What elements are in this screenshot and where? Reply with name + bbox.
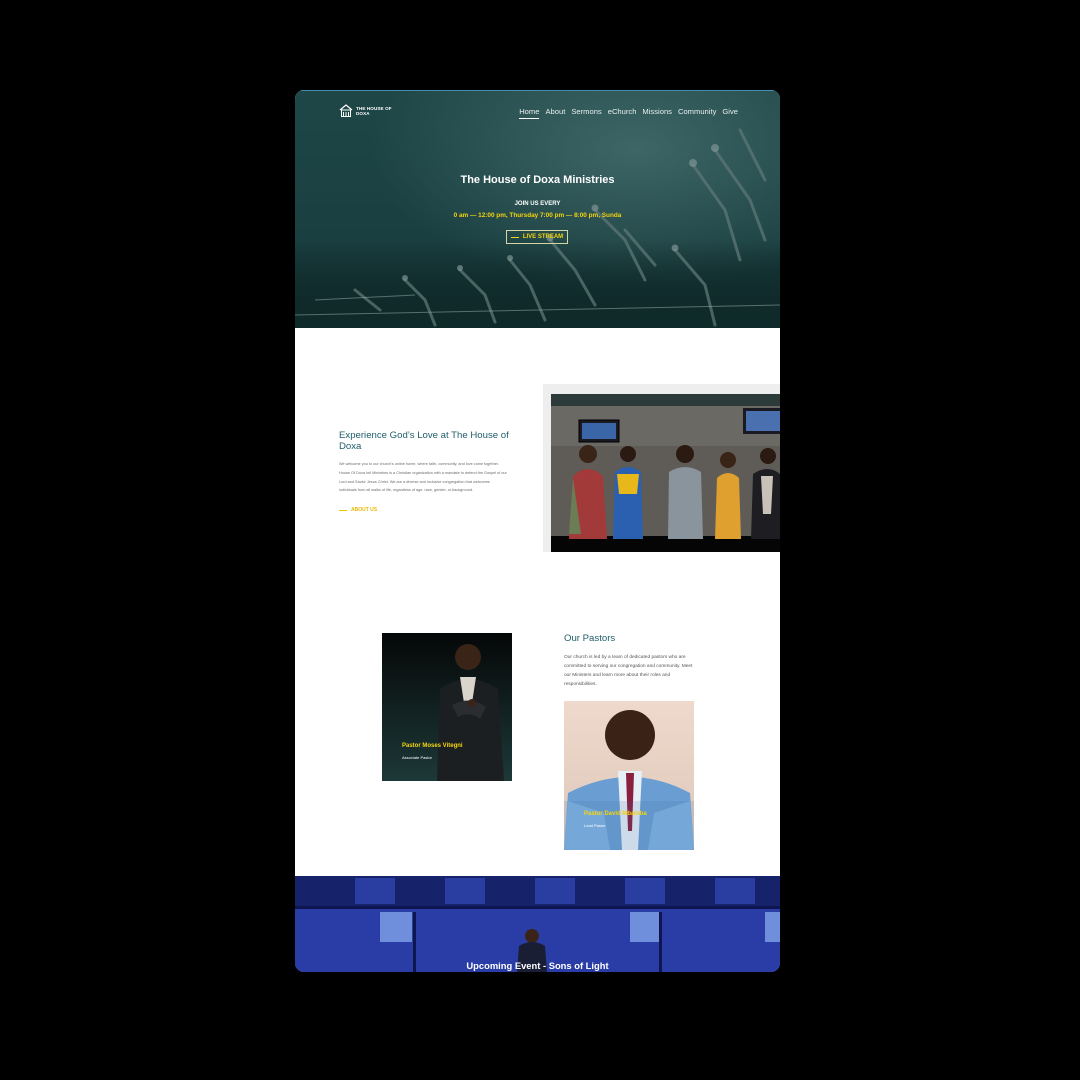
- logo-text: THE HOUSE OF DOXA: [356, 105, 392, 116]
- pastor-card-lead[interactable]: Pastor David Mbamba Lead Pastor: [564, 701, 694, 850]
- nav-give[interactable]: Give: [722, 107, 738, 119]
- pastor-name: Pastor Moses Vitegni: [402, 743, 463, 749]
- hero-join-text: JOIN US EVERY: [514, 201, 561, 207]
- hero-title: The House of Doxa Ministries: [460, 174, 615, 186]
- pastor-role: Associate Pastor: [402, 755, 433, 760]
- upcoming-event-section[interactable]: Upcoming Event - Sons of Light: [295, 876, 780, 972]
- about-body: We welcome you to our church's online ho…: [339, 462, 507, 493]
- pastors-title: Our Pastors: [564, 633, 616, 644]
- live-stream-button[interactable]: LIVE STREAM: [506, 230, 568, 244]
- nav-about[interactable]: About: [545, 107, 565, 119]
- pastor-card-associate[interactable]: Pastor Moses Vitegni Associate Pastor: [382, 633, 512, 781]
- website-page: THE HOUSE OF DOXA Home About Sermons eCh…: [295, 90, 780, 972]
- pastor-name: Pastor David Mbamba: [584, 811, 647, 817]
- about-us-label: ABOUT US: [351, 507, 378, 513]
- nav-echurch[interactable]: eChurch: [608, 107, 637, 119]
- event-collage-background: [295, 876, 780, 972]
- live-stream-label: LIVE STREAM: [522, 234, 564, 240]
- button-dash: [510, 236, 519, 238]
- nav-sermons[interactable]: Sermons: [571, 107, 601, 119]
- event-title: Upcoming Event - Sons of Light: [466, 960, 609, 971]
- site-logo[interactable]: THE HOUSE OF DOXA: [339, 104, 392, 117]
- about-title: Experience God’s Love at The House of Do…: [339, 430, 509, 452]
- service-times-marquee: 0 am — 12:00 pm, Thursday 7:00 pm — 8:00…: [453, 212, 622, 219]
- pastors-body: Our church is led by a team of dedicated…: [564, 655, 693, 687]
- church-house-icon: [339, 104, 353, 117]
- hero-section: THE HOUSE OF DOXA Home About Sermons eCh…: [295, 90, 780, 328]
- nav-community[interactable]: Community: [678, 107, 716, 119]
- team-photo: [551, 394, 780, 552]
- church-team-video[interactable]: [551, 394, 780, 552]
- link-dash: [339, 509, 347, 511]
- main-nav: Home About Sermons eChurch Missions Comm…: [519, 107, 738, 119]
- about-us-link[interactable]: ABOUT US: [339, 507, 377, 513]
- pastor-role: Lead Pastor: [584, 823, 606, 828]
- worship-crowd-background: [295, 128, 780, 328]
- nav-home[interactable]: Home: [519, 107, 540, 119]
- nav-missions[interactable]: Missions: [642, 107, 672, 119]
